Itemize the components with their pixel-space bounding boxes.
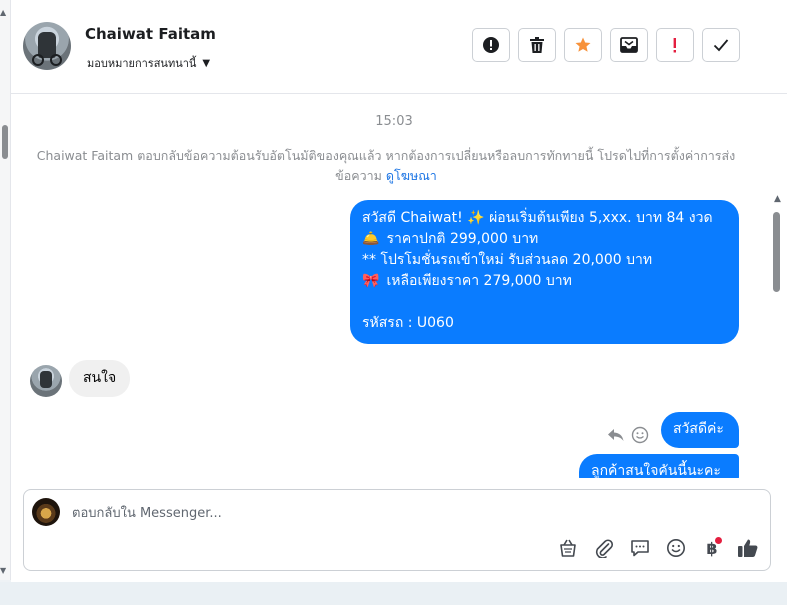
archive-button[interactable] — [610, 28, 648, 62]
check-icon — [713, 39, 729, 52]
done-button[interactable] — [702, 28, 740, 62]
promo-line-1: สวัสดี Chaiwat! ✨ ผ่อนเริ่มต้นเพียง 5,xx… — [362, 210, 713, 226]
outgoing-message-promo[interactable]: สวัสดี Chaiwat! ✨ ผ่อนเริ่มต้นเพียง 5,xx… — [350, 200, 739, 344]
scroll-down-arrow-icon[interactable]: ▼ — [0, 566, 6, 575]
outgoing-message-interest[interactable]: ลูกค้าสนใจคันนี้นะคะ — [579, 454, 739, 478]
composer-tools: ฿ — [556, 536, 760, 560]
spam-button[interactable] — [472, 28, 510, 62]
outgoing-message-greeting[interactable]: สวัสดีค่ะ — [661, 412, 739, 448]
conversation-header: Chaiwat Faitam มอบหมายการสนทนานี้ ▼ — [11, 0, 787, 94]
incoming-message[interactable]: สนใจ — [69, 360, 131, 397]
contact-avatar[interactable] — [23, 22, 71, 70]
assign-dropdown[interactable]: มอบหมายการสนทนานี้ ▼ — [87, 54, 210, 72]
message-thread[interactable]: 15:03 Chaiwat Faitam ตอบกลับข้อความต้อนร… — [11, 94, 787, 478]
promo-line-5: รหัสรถ : U060 — [362, 315, 454, 331]
delete-button[interactable] — [518, 28, 556, 62]
exclamation-circle-icon — [483, 37, 499, 53]
contact-name[interactable]: Chaiwat Faitam — [85, 25, 216, 43]
window-bottom-bar — [0, 582, 787, 605]
shopping-bag-icon — [560, 539, 576, 557]
paperclip-icon — [595, 539, 614, 558]
promo-line-3: ** โปรโมชั่นรถเข้าใหม่ รับส่วนลด 20,000 … — [362, 252, 653, 268]
composer-box[interactable]: ฿ — [23, 489, 771, 571]
outer-scrollbar-thumb[interactable] — [2, 125, 8, 159]
scroll-up-arrow-icon[interactable]: ▲ — [0, 8, 6, 17]
star-button[interactable] — [564, 28, 602, 62]
thumbs-up-icon — [738, 539, 758, 557]
saved-replies-button[interactable] — [628, 536, 652, 560]
assign-label: มอบหมายการสนทนานี้ — [87, 57, 197, 70]
header-actions — [472, 28, 740, 62]
bell-emoji: 🛎️ — [362, 231, 380, 247]
emoji-button[interactable] — [664, 536, 688, 560]
conversation-panel: Chaiwat Faitam มอบหมายการสนทนานี้ ▼ 15:0… — [11, 0, 787, 582]
sender-avatar[interactable] — [30, 365, 62, 397]
notification-dot — [715, 537, 722, 544]
shop-button[interactable] — [556, 536, 580, 560]
message-hover-actions — [607, 426, 649, 444]
caret-down-icon: ▼ — [202, 57, 211, 69]
star-icon — [575, 37, 591, 52]
like-button[interactable] — [736, 536, 760, 560]
ribbon-emoji: 🎀 — [362, 273, 380, 289]
trash-icon — [530, 37, 544, 53]
view-ad-link[interactable]: ดูโฆษณา — [386, 168, 437, 183]
react-emoji-icon[interactable] — [631, 426, 649, 444]
promo-line-2: ราคาปกติ 299,000 บาท — [382, 231, 539, 247]
thread-scrollbar[interactable]: ▲ ▼ — [769, 188, 787, 478]
scroll-up-arrow-icon[interactable]: ▲ — [774, 194, 781, 204]
composer-area: ฿ — [11, 478, 787, 582]
payment-button[interactable]: ฿ — [700, 536, 724, 560]
attach-button[interactable] — [592, 536, 616, 560]
priority-button[interactable] — [656, 28, 694, 62]
page-avatar — [32, 498, 60, 526]
reply-input[interactable] — [70, 502, 474, 524]
promo-line-4: เหลือเพียงราคา 279,000 บาท — [382, 273, 572, 289]
smiley-icon — [667, 539, 685, 557]
reply-icon[interactable] — [607, 427, 625, 443]
inbox-icon — [620, 37, 638, 53]
chat-bubble-icon — [631, 540, 649, 557]
message-timestamp: 15:03 — [375, 114, 413, 129]
outer-scrollbar[interactable]: ▲ ▼ — [0, 0, 11, 580]
exclamation-icon — [673, 38, 676, 53]
system-message: Chaiwat Faitam ตอบกลับข้อความต้อนรับอัตโ… — [33, 146, 739, 186]
thread-scrollbar-thumb[interactable] — [773, 212, 780, 292]
